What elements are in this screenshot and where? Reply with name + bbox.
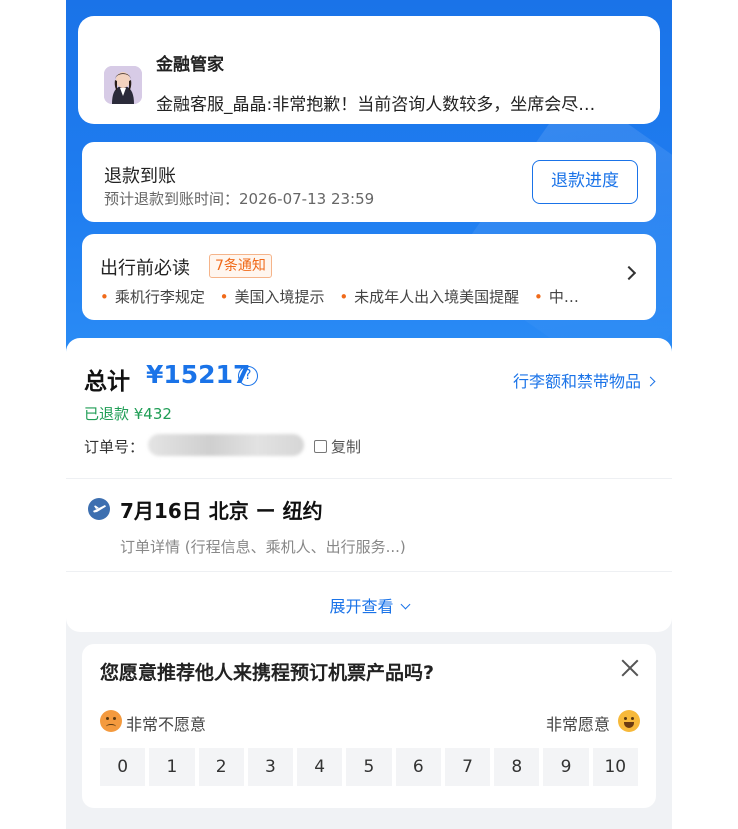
low-score-label: 非常不愿意 — [126, 715, 207, 734]
notice-item[interactable]: 美国入境提示 — [235, 288, 325, 306]
chat-message-preview: 金融客服_晶晶:非常抱歉！当前咨询人数较多，坐席会尽… — [156, 95, 596, 115]
score-option-10[interactable]: 10 — [592, 748, 638, 786]
order-summary-card: 总计 ¥15217 ? 行李额和禁带物品 已退款 ¥432 订单号： 复制 7月… — [66, 338, 672, 632]
refund-card: 退款到账 预计退款到账时间：2026-07-13 23:59 退款进度 — [82, 142, 656, 222]
score-option-0[interactable]: 0 — [100, 748, 146, 786]
notice-item[interactable]: 中… — [549, 288, 579, 306]
total-amount: ¥15217 — [146, 360, 251, 389]
plane-icon — [88, 498, 110, 520]
survey-question: 您愿意推荐他人来携程预订机票产品吗? — [100, 662, 435, 684]
order-number-redacted — [148, 434, 304, 456]
expand-button[interactable]: 展开查看 — [66, 593, 672, 617]
customer-service-card[interactable]: 金融管家 金融客服_晶晶:非常抱歉！当前咨询人数较多，坐席会尽… — [78, 16, 660, 124]
chevron-right-icon — [645, 376, 656, 387]
score-option-7[interactable]: 7 — [444, 748, 491, 786]
notice-list: • 乘机行李规定 • 美国入境提示 • 未成年人出入境美国提醒 • 中… — [100, 286, 600, 307]
score-option-3[interactable]: 3 — [247, 748, 294, 786]
total-label: 总计 — [84, 369, 130, 395]
close-icon[interactable] — [620, 658, 640, 678]
expand-label: 展开查看 — [329, 597, 394, 616]
pre-travel-notice-card[interactable]: 出行前必读 7条通知 • 乘机行李规定 • 美国入境提示 • 未成年人出入境美国提醒 … — [82, 234, 656, 320]
bullet-dot: • — [339, 288, 349, 306]
sad-face-icon — [100, 710, 122, 732]
chevron-right-icon[interactable] — [621, 265, 637, 281]
luggage-link-label: 行李额和禁带物品 — [512, 372, 641, 391]
face-mouth — [624, 722, 634, 728]
score-option-1[interactable]: 1 — [149, 748, 195, 786]
score-option-4[interactable]: 4 — [297, 748, 343, 786]
refund-progress-button[interactable]: 退款进度 — [532, 160, 638, 204]
bullet-dot: • — [219, 288, 229, 306]
refunded-amount: 已退款 ¥432 — [84, 405, 172, 423]
refund-eta: 预计退款到账时间：2026-07-13 23:59 — [104, 190, 375, 208]
help-icon[interactable]: ? — [238, 366, 258, 386]
bullet-dot: • — [100, 288, 109, 306]
divider — [66, 478, 672, 479]
agent-avatar — [104, 66, 142, 104]
order-number-label: 订单号： — [84, 438, 145, 456]
happy-face-icon — [618, 710, 640, 732]
order-detail-summary[interactable]: 订单详情 (行程信息、乘机人、出行服务...) — [120, 536, 406, 557]
refund-title: 退款到账 — [104, 166, 176, 187]
score-option-2[interactable]: 2 — [198, 748, 244, 786]
bullet-dot: • — [533, 288, 543, 306]
score-scale: 0 1 2 3 4 5 6 7 8 9 10 — [100, 748, 638, 786]
notice-count-badge: 7条通知 — [209, 254, 272, 278]
nps-survey-card: 您愿意推荐他人来携程预订机票产品吗? 非常不愿意 非常愿意 0 1 2 3 4 … — [82, 644, 656, 808]
score-option-6[interactable]: 6 — [395, 748, 441, 786]
luggage-rules-link[interactable]: 行李额和禁带物品 — [512, 368, 656, 392]
score-option-8[interactable]: 8 — [494, 748, 540, 786]
copy-icon — [314, 440, 327, 453]
flight-title: 7月16日 北京 ー 纽约 — [120, 499, 323, 523]
copy-order-number-button[interactable]: 复制 — [314, 436, 361, 457]
score-option-5[interactable]: 5 — [346, 748, 392, 786]
chevron-down-icon — [400, 599, 410, 610]
face-mouth — [106, 724, 116, 729]
notice-item[interactable]: 未成年人出入境美国提醒 — [354, 288, 519, 306]
notice-item[interactable]: 乘机行李规定 — [115, 288, 205, 306]
copy-label: 复制 — [331, 438, 362, 456]
divider — [66, 571, 672, 572]
high-score-label: 非常愿意 — [545, 715, 610, 734]
score-option-9[interactable]: 9 — [543, 748, 589, 786]
chat-title: 金融管家 — [156, 55, 224, 75]
app-screen: 金融管家 金融客服_晶晶:非常抱歉！当前咨询人数较多，坐席会尽… 退款到账 预计… — [66, 0, 672, 829]
pre-travel-title: 出行前必读 — [100, 258, 190, 279]
